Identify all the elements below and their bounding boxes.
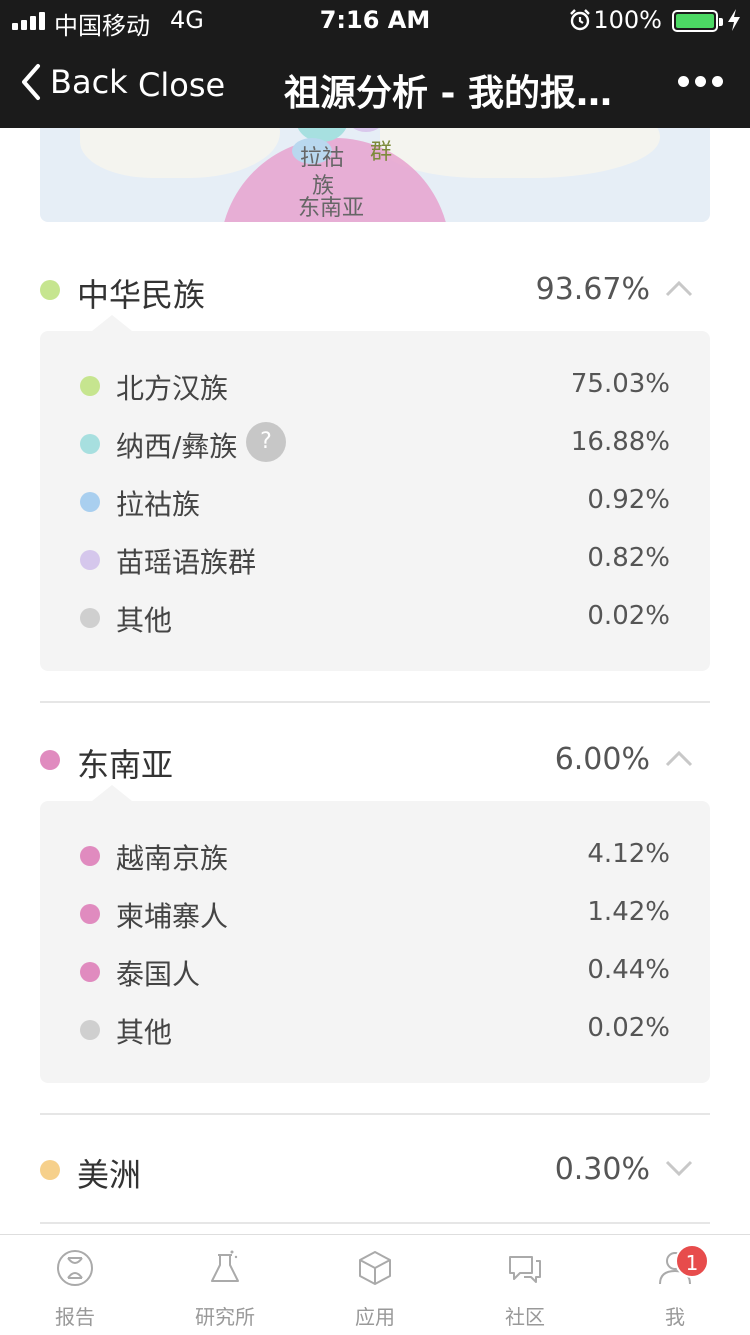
item-percent: 75.03% <box>570 369 670 399</box>
item-percent: 4.12% <box>587 839 670 869</box>
item-percent: 0.92% <box>587 485 670 515</box>
close-button[interactable]: Close <box>138 66 225 104</box>
nav-bar: Back Close 祖源分析 - 我的报… <box>0 40 750 128</box>
list-item: 越南京族 4.12% <box>40 827 710 885</box>
more-icon[interactable] <box>678 74 724 88</box>
divider <box>40 1222 710 1224</box>
list-item: 拉祜族 0.92% <box>40 473 710 531</box>
group-percent: 0.30% <box>554 1152 650 1187</box>
item-name: 拉祜族 <box>116 488 201 521</box>
ancestry-map[interactable]: 拉祜 群 族 东南亚 <box>40 128 710 222</box>
alarm-icon <box>570 9 590 31</box>
list-item: 北方汉族 75.03% <box>40 357 710 415</box>
item-percent: 0.82% <box>587 543 670 573</box>
tab-research[interactable]: 研究所 <box>150 1235 300 1335</box>
map-label: 群 <box>370 140 393 165</box>
group-detail-panel: 北方汉族 75.03% 纳西/彝族 ? 16.88% 拉祜族 0.92% 苗瑶语… <box>40 315 710 671</box>
tab-label: 我 <box>665 1305 685 1329</box>
item-name: 越南京族 <box>116 842 229 875</box>
tab-label: 应用 <box>355 1305 395 1329</box>
group-percent: 6.00% <box>554 742 650 777</box>
back-label: Back <box>50 63 128 101</box>
tab-bar: 报告 研究所 应用 社区 我 <box>0 1234 750 1334</box>
status-bar: 中国移动 4G 7:16 AM 100% <box>0 0 750 40</box>
notification-badge: 1 <box>675 1244 709 1278</box>
item-percent: 0.02% <box>587 1013 670 1043</box>
chat-icon <box>509 1256 541 1283</box>
item-name: 其他 <box>116 604 173 637</box>
list-item: 纳西/彝族 ? 16.88% <box>40 415 710 473</box>
report-content: 拉祜 群 族 东南亚 中华民族 93.67% 北方汉族 75.03% 纳西/彝族… <box>0 128 750 1234</box>
item-name: 苗瑶语族群 <box>116 546 257 579</box>
chevron-left-icon <box>22 64 40 100</box>
chevron-up-icon <box>665 280 693 297</box>
list-item: 其他 0.02% <box>40 1001 710 1059</box>
ancestry-group: 中华民族 93.67% 北方汉族 75.03% 纳西/彝族 ? 16.88% 拉… <box>40 250 710 671</box>
chevron-up-icon <box>665 750 693 767</box>
item-name: 其他 <box>116 1016 173 1049</box>
cube-icon <box>359 1251 391 1285</box>
group-detail-panel: 越南京族 4.12% 柬埔寨人 1.42% 泰国人 0.44% 其他 0.02% <box>40 785 710 1083</box>
item-percent: 16.88% <box>570 427 670 457</box>
tab-me[interactable]: 我 <box>600 1235 750 1335</box>
item-percent: 0.02% <box>587 601 670 631</box>
list-item: 苗瑶语族群 0.82% <box>40 531 710 589</box>
tab-community[interactable]: 社区 <box>450 1235 600 1335</box>
map-label: 东南亚 <box>298 196 365 221</box>
item-name: 北方汉族 <box>116 372 229 405</box>
back-button[interactable]: Back <box>18 62 128 102</box>
ancestry-group: 美洲 0.30% <box>40 1130 710 1210</box>
group-name: 美洲 <box>77 1156 142 1194</box>
dna-icon <box>57 1250 93 1286</box>
item-percent: 1.42% <box>587 897 670 927</box>
group-name: 东南亚 <box>77 746 174 784</box>
group-color-dot <box>40 1160 60 1180</box>
battery-percent: 100% <box>593 6 662 34</box>
tab-label: 报告 <box>55 1305 95 1329</box>
item-name: 纳西/彝族 <box>116 430 238 463</box>
chevron-down-icon <box>665 1160 693 1177</box>
list-item: 柬埔寨人 1.42% <box>40 885 710 943</box>
tab-report[interactable]: 报告 <box>0 1235 150 1335</box>
item-name: 泰国人 <box>116 958 201 991</box>
group-header[interactable]: 美洲 0.30% <box>40 1130 710 1210</box>
charging-icon <box>728 9 740 31</box>
list-item: 其他 0.02% <box>40 589 710 647</box>
list-item: 泰国人 0.44% <box>40 943 710 1001</box>
group-name: 中华民族 <box>77 276 206 314</box>
help-icon[interactable]: ? <box>246 422 286 462</box>
flask-icon <box>211 1250 239 1282</box>
tab-label: 社区 <box>505 1305 545 1329</box>
divider <box>40 1113 710 1115</box>
tab-apps[interactable]: 应用 <box>300 1235 450 1335</box>
group-color-dot <box>40 750 60 770</box>
page-title: 祖源分析 - 我的报… <box>284 73 613 114</box>
item-name: 柬埔寨人 <box>116 900 229 933</box>
divider <box>40 701 710 703</box>
group-percent: 93.67% <box>535 272 650 307</box>
tab-label: 研究所 <box>195 1305 255 1329</box>
group-header[interactable]: 东南亚 6.00% <box>40 720 710 800</box>
group-header[interactable]: 中华民族 93.67% <box>40 250 710 330</box>
ancestry-group: 东南亚 6.00% 越南京族 4.12% 柬埔寨人 1.42% 泰国人 0.44… <box>40 720 710 1083</box>
battery-icon <box>672 10 723 32</box>
item-percent: 0.44% <box>587 955 670 985</box>
group-color-dot <box>40 280 60 300</box>
